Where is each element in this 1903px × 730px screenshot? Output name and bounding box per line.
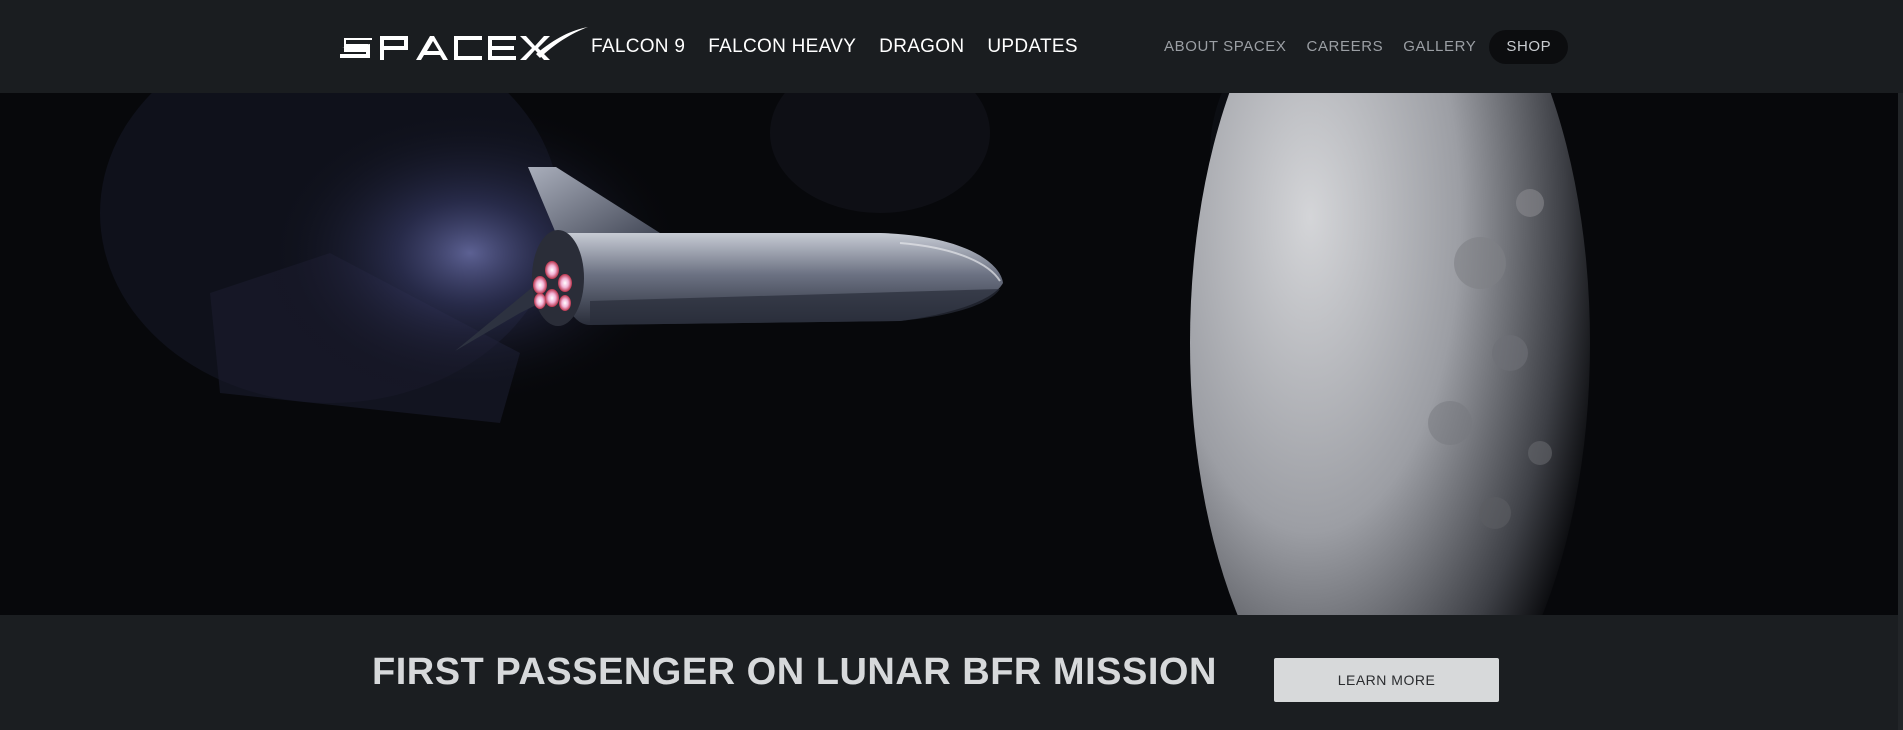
nav-falcon-9[interactable]: FALCON 9 <box>591 36 685 58</box>
primary-nav: FALCON 9 FALCON HEAVY DRAGON UPDATES <box>591 36 1101 58</box>
nav-falcon-heavy[interactable]: FALCON HEAVY <box>708 36 856 58</box>
spacex-logo-icon <box>340 27 588 60</box>
headline: FIRST PASSENGER ON LUNAR BFR MISSION <box>372 651 1217 693</box>
site-header: FALCON 9 FALCON HEAVY DRAGON UPDATES ABO… <box>0 0 1903 93</box>
nav-updates[interactable]: UPDATES <box>987 36 1077 58</box>
secondary-nav: ABOUT SPACEX CAREERS GALLERY SHOP <box>1164 30 1569 64</box>
page-scrollbar[interactable] <box>1898 93 1903 730</box>
nav-careers[interactable]: CAREERS <box>1307 30 1384 64</box>
shop-button[interactable]: SHOP <box>1489 30 1569 64</box>
learn-more-button[interactable]: LEARN MORE <box>1274 658 1499 702</box>
nav-gallery[interactable]: GALLERY <box>1403 30 1476 64</box>
nav-dragon[interactable]: DRAGON <box>879 36 964 58</box>
caption-band: FIRST PASSENGER ON LUNAR BFR MISSION LEA… <box>0 615 1903 730</box>
moon <box>1190 93 1590 615</box>
spacex-logo[interactable] <box>340 24 590 64</box>
hero-banner <box>0 93 1903 615</box>
hero-image <box>0 93 1903 615</box>
spacex-homepage: FALCON 9 FALCON HEAVY DRAGON UPDATES ABO… <box>0 0 1903 730</box>
nav-about-spacex[interactable]: ABOUT SPACEX <box>1164 30 1287 64</box>
